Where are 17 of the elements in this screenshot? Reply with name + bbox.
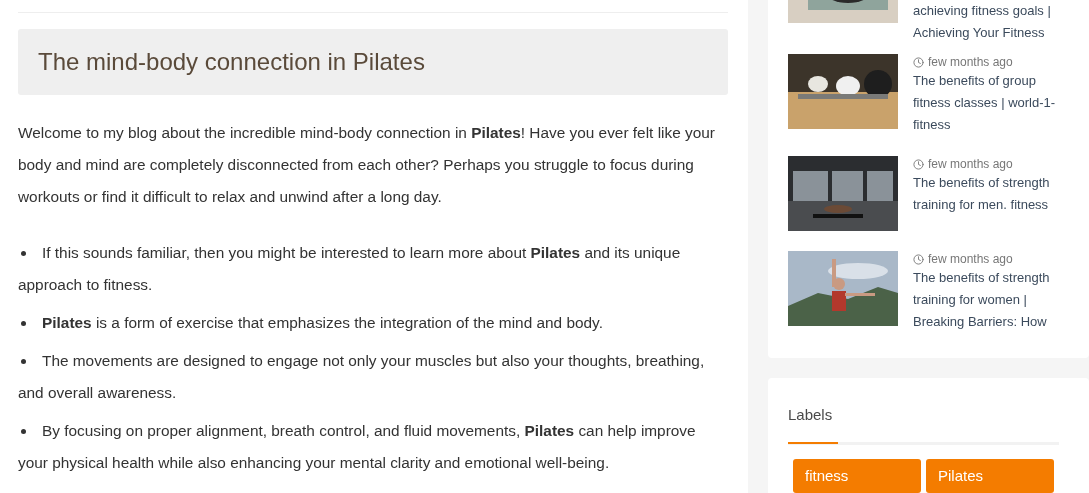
list-item-text: Pilates is a form of exercise that emphasizes the integration of the mind and body.: [18, 307, 728, 339]
intro-paragraph: Welcome to my blog about the incredible mind-body connection in Pilates! Have you ever felt like your body and mind are completely disconnected from each other? Perhaps you struggle to focus during workouts or find it difficult to relax and unwind after a long day.: [18, 123, 716, 207]
list-item-text: If this sounds familiar, then you might be interested to learn more about Pilates and its unique approach to fitness.: [18, 243, 682, 295]
list-item-text: By focusing on proper alignment, breath control, and fluid movements, Pilates can help improve your physical health while also enhancing your mental clarity and emotional well-being.: [18, 421, 697, 473]
post-title[interactable]: The benefits of strength training for men. fitness: [913, 172, 1050, 216]
labels-heading: Labels: [788, 404, 834, 425]
clock-icon: [913, 253, 924, 265]
post-time: few months ago: [928, 54, 1013, 70]
post-time: few months ago: [928, 251, 1013, 267]
post-title[interactable]: achieving fitness goals | Achieving Your Fitness: [913, 0, 1051, 44]
post-title[interactable]: The benefits of group fitness classes | world-1- fitness: [913, 70, 1056, 136]
clock-icon: [913, 56, 924, 68]
list-item-text: The movements are designed to engage not only your muscles but also your thoughts, breathing, and overall awareness.: [18, 351, 706, 403]
post-time: few months ago: [928, 156, 1013, 172]
post-title[interactable]: The benefits of strength training for women | Breaking Barriers: How: [913, 267, 1050, 333]
clock-icon: [913, 158, 924, 170]
article-heading: The mind-body connection in Pilates: [18, 29, 728, 95]
